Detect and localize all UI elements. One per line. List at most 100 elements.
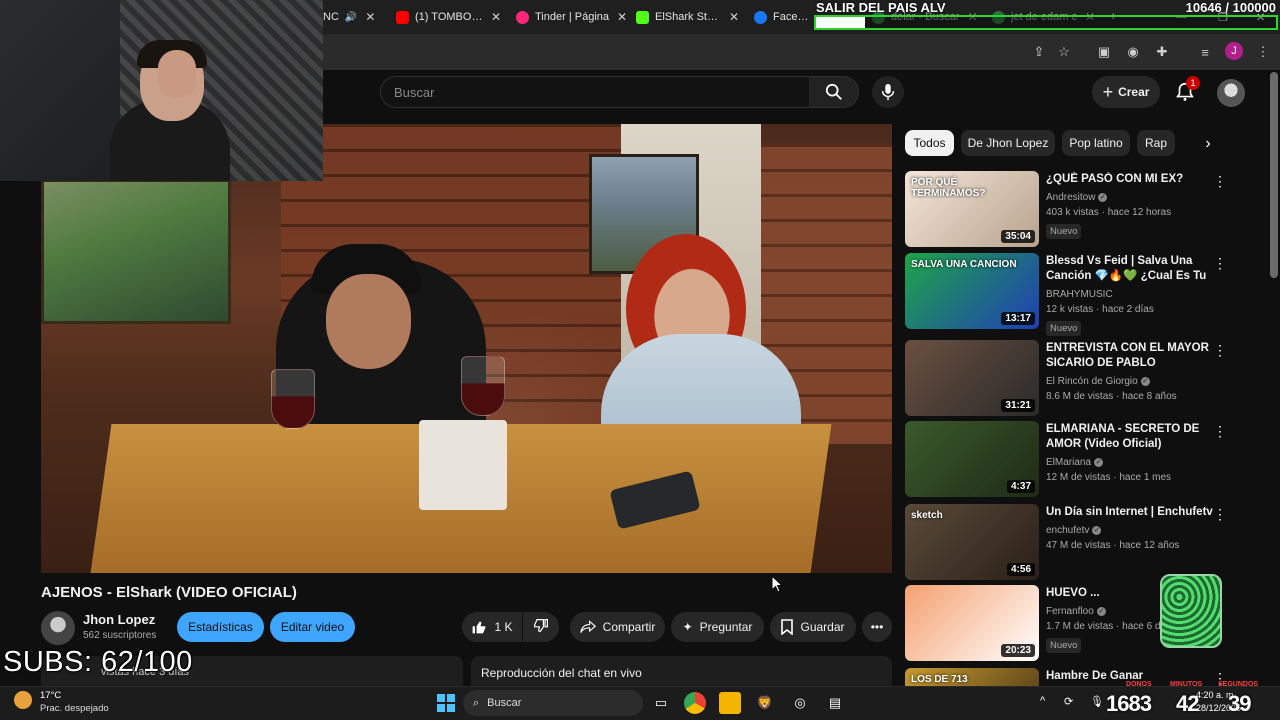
chat-replay-panel[interactable]: Reproducción del chat en vivo <box>471 656 892 686</box>
video-meta: 1.7 M de vistas · hace 6 días <box>1046 621 1174 632</box>
share-button[interactable]: Compartir <box>570 612 665 642</box>
channel-name[interactable]: Andresitow ✓ <box>1046 192 1108 203</box>
close-tab-icon[interactable]: ✕ <box>729 10 739 24</box>
more-actions-button[interactable]: ••• <box>862 612 892 642</box>
tab-label: ElShark Stream <box>655 11 721 23</box>
terminal-icon[interactable]: ▤ <box>824 692 846 714</box>
windows-start-icon[interactable] <box>435 692 457 714</box>
windows-taskbar: 17°C Prac. despejado ⌕ Buscar ▭ 🦁 ◎ ▤ ^ … <box>0 686 1280 720</box>
scrollbar-thumb[interactable] <box>1270 72 1278 278</box>
recommended-video[interactable]: 31:21 ENTREVISTA CON EL MAYOR SICARIO DE … <box>905 340 1235 420</box>
tab-label: Facebook <box>773 11 814 23</box>
recommended-video[interactable]: 4:37 ELMARIANA - SECRETO DE AMOR (Video O… <box>905 421 1235 501</box>
stats-button[interactable]: Estadísticas <box>177 612 264 642</box>
chip-todos[interactable]: Todos <box>905 130 954 156</box>
task-view-icon[interactable]: ▭ <box>650 692 672 714</box>
dislike-button[interactable] <box>523 612 559 642</box>
video-title[interactable]: ¿QUÉ PASÓ CON MI EX? <box>1046 172 1214 187</box>
more-vertical-icon[interactable]: ⋮ <box>1213 423 1227 441</box>
app-icon[interactable]: ◎ <box>789 692 811 714</box>
channel-avatar[interactable] <box>41 611 75 645</box>
video-duration: 31:21 <box>1001 399 1035 412</box>
recommended-video[interactable]: POR QUÉ TERMINAMOS? 35:04 ¿QUÉ PASÓ CON MI… <box>905 171 1235 251</box>
file-explorer-icon[interactable] <box>719 692 741 714</box>
extension-icon[interactable]: ◉ <box>1123 42 1143 62</box>
chevron-right-icon[interactable]: › <box>1198 134 1218 154</box>
brave-icon[interactable]: 🦁 <box>754 692 776 714</box>
donation-goal-overlay: SALIR DEL PAIS ALV 10646 / 100000 <box>812 0 1280 32</box>
video-title[interactable]: ENTREVISTA CON EL MAYOR SICARIO DE PABLO… <box>1046 341 1214 372</box>
video-meta: 12 k vistas · hace 2 días <box>1046 304 1154 315</box>
channel-name[interactable]: Jhon Lopez <box>83 612 155 627</box>
overlay-label-seconds: SEGUNDOS <box>1218 681 1259 688</box>
chip-rap[interactable]: Rap <box>1137 130 1175 156</box>
chip-channel[interactable]: De Jhon Lopez <box>961 130 1055 156</box>
close-tab-icon[interactable]: ✕ <box>491 10 501 24</box>
video-thumbnail[interactable]: 31:21 <box>905 340 1039 416</box>
create-button[interactable]: + Crear <box>1092 76 1160 108</box>
overlay-counter-donations: 1683 <box>1106 691 1152 716</box>
media-control-icon[interactable]: ≡ <box>1195 42 1215 62</box>
screen: NC 🔊 ✕ (1) TOMBOS TI ✕ Tinder | Página ✕… <box>0 0 1280 720</box>
scrollbar[interactable] <box>1270 72 1278 682</box>
browser-menu-icon[interactable]: ⋮ <box>1253 42 1273 62</box>
channel-name[interactable]: Fernanfloo ✓ <box>1046 606 1106 617</box>
video-thumbnail[interactable]: LOS DE 713 <box>905 668 1039 686</box>
recommended-video[interactable]: sketch 4:56 Un Día sin Internet | Enchufet… <box>905 504 1235 584</box>
close-tab-icon[interactable]: ✕ <box>617 10 627 24</box>
taskbar-search-label: Buscar <box>487 697 522 709</box>
edit-video-button[interactable]: Editar video <box>270 612 355 642</box>
video-title[interactable]: ELMARIANA - SECRETO DE AMOR (Video Ofici… <box>1046 422 1214 452</box>
weather-sun-icon[interactable] <box>14 691 32 709</box>
extension-icon[interactable]: ▣ <box>1094 42 1114 62</box>
microphone-icon <box>881 83 895 101</box>
video-meta: 12 M de vistas · hace 1 mes <box>1046 472 1172 483</box>
channel-name[interactable]: enchufetv ✓ <box>1046 525 1102 536</box>
browser-tab[interactable]: Facebook <box>754 6 814 28</box>
tray-network-icon[interactable]: ⟳ <box>1064 695 1073 708</box>
video-player[interactable] <box>41 124 892 573</box>
bookmark-star-icon[interactable]: ☆ <box>1054 42 1074 62</box>
puzzle-extensions-icon[interactable]: ✚ <box>1152 42 1172 62</box>
browser-tab[interactable]: NC 🔊 ✕ <box>323 6 383 28</box>
browser-tab[interactable]: Tinder | Página ✕ <box>516 6 633 28</box>
bookmark-icon <box>781 619 794 635</box>
more-vertical-icon[interactable]: ⋮ <box>1213 173 1227 191</box>
tray-chevron-icon[interactable]: ^ <box>1040 695 1045 707</box>
browser-tab[interactable]: (1) TOMBOS TI ✕ <box>396 6 501 28</box>
video-title[interactable]: Blessd Vs Feid | Salva Una Canción 💎🔥💚 ¿… <box>1046 254 1214 285</box>
more-vertical-icon[interactable]: ⋮ <box>1213 506 1227 524</box>
close-tab-icon[interactable]: ✕ <box>365 10 375 24</box>
account-avatar[interactable] <box>1217 79 1245 107</box>
overlay-counter-seconds: 39 <box>1228 691 1252 716</box>
install-app-icon[interactable]: ⇪ <box>1029 42 1049 62</box>
browser-tab[interactable]: ElShark Stream ✕ <box>636 6 739 28</box>
channel-name[interactable]: BRAHYMUSIC <box>1046 289 1113 300</box>
weather-description: Prac. despejado <box>40 703 109 714</box>
video-thumbnail[interactable]: SALVA UNA CANCION 13:17 <box>905 253 1039 329</box>
more-vertical-icon[interactable]: ⋮ <box>1213 342 1227 360</box>
facebook-icon <box>754 10 767 24</box>
video-thumbnail[interactable]: 4:37 <box>905 421 1039 497</box>
taskbar-search[interactable]: ⌕ Buscar <box>463 690 643 716</box>
video-thumbnail[interactable]: sketch 4:56 <box>905 504 1039 580</box>
recommended-video[interactable]: SALVA UNA CANCION 13:17 Blessd Vs Feid | S… <box>905 253 1235 336</box>
more-vertical-icon[interactable]: ⋮ <box>1213 255 1227 273</box>
video-thumbnail[interactable]: 20:23 <box>905 585 1039 661</box>
sparkle-icon: ✦ <box>682 620 693 634</box>
channel-name[interactable]: ElMariana ✓ <box>1046 457 1104 468</box>
save-button[interactable]: Guardar <box>770 612 856 642</box>
channel-name[interactable]: El Rincón de Giorgio ✓ <box>1046 376 1150 387</box>
search-input[interactable]: Buscar <box>380 76 810 108</box>
profile-avatar[interactable]: J <box>1225 42 1243 60</box>
chrome-icon[interactable] <box>684 692 706 714</box>
voice-search-button[interactable] <box>872 76 904 108</box>
video-title[interactable]: Un Día sin Internet | Enchufetv <box>1046 505 1214 520</box>
chip-pop-latino[interactable]: Pop latino <box>1062 130 1130 156</box>
ask-button[interactable]: ✦ Preguntar <box>671 612 764 642</box>
like-button[interactable]: 1 K <box>462 612 522 642</box>
search-button[interactable] <box>809 76 859 108</box>
tray-mic-icon[interactable]: 🎙 <box>1090 695 1104 708</box>
notifications-button[interactable]: 1 <box>1170 76 1200 106</box>
video-thumbnail[interactable]: POR QUÉ TERMINAMOS? 35:04 <box>905 171 1039 247</box>
